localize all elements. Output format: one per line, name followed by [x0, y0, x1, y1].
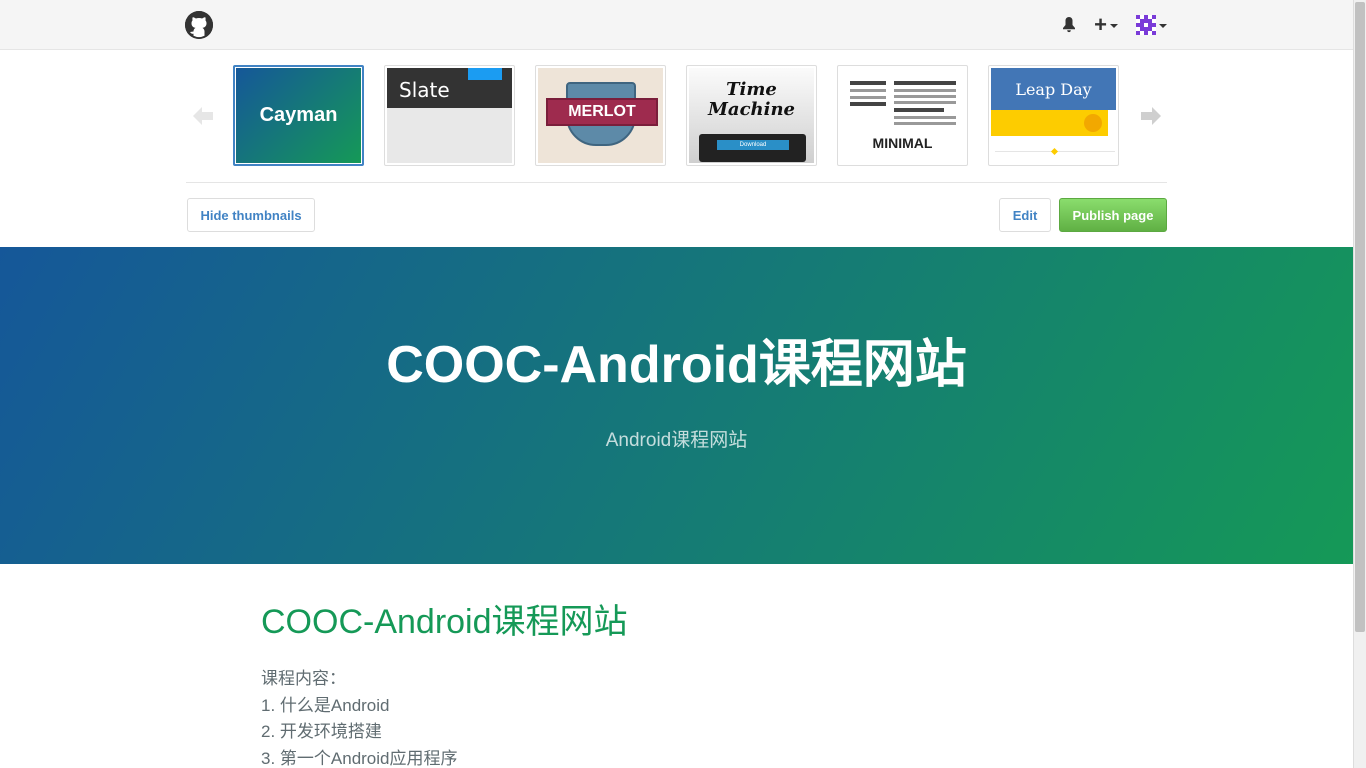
top-navbar: +: [0, 0, 1353, 50]
vertical-scrollbar[interactable]: [1353, 0, 1366, 768]
list-item: 课程内容：: [261, 669, 346, 688]
bell-icon[interactable]: [1062, 17, 1076, 33]
content-heading: COOC-Android课程网站: [261, 603, 628, 641]
theme-thumbnail-cayman[interactable]: Cayman: [233, 65, 364, 166]
project-title: COOC-Android课程网站: [386, 336, 967, 394]
scrollbar-thumb[interactable]: [1355, 2, 1365, 632]
theme-thumbnail-time-machine[interactable]: Time Machine Download: [686, 65, 817, 166]
project-tagline: Android课程网站: [605, 430, 748, 451]
create-new-dropdown[interactable]: +: [1094, 12, 1118, 37]
list-item: 2. 开发环境搭建: [261, 722, 382, 741]
page-header-hero: COOC-Android课程网站 Android课程网站: [0, 247, 1353, 564]
theme-name-line2: Machine: [707, 99, 795, 120]
course-list: 课程内容： 1. 什么是Android 2. 开发环境搭建 3. 第一个Andr…: [261, 666, 1101, 768]
theme-name: Leap Day: [1015, 80, 1092, 99]
divider: [186, 182, 1167, 183]
theme-thumbnail-merlot[interactable]: MERLOT: [535, 65, 666, 166]
avatar: [1136, 15, 1156, 35]
user-menu-dropdown[interactable]: [1136, 15, 1167, 35]
theme-name: MINIMAL: [872, 135, 933, 151]
main-content: COOC-Android课程网站 课程内容： 1. 什么是Android 2. …: [261, 600, 1101, 768]
download-label: Download: [717, 140, 789, 150]
github-octocat-icon[interactable]: [185, 11, 213, 39]
theme-name: MERLOT: [568, 103, 636, 120]
arrow-left-icon[interactable]: [193, 107, 213, 125]
theme-name-line1: Time: [726, 79, 777, 100]
theme-thumbnail-leap-day[interactable]: Leap Day: [988, 65, 1119, 166]
list-item: 1. 什么是Android: [261, 695, 390, 715]
theme-thumbnail-slate[interactable]: Slate: [384, 65, 515, 166]
edit-button[interactable]: Edit: [999, 198, 1051, 232]
theme-name: Slate: [399, 78, 450, 102]
list-item: 3. 第一个Android应用程序: [261, 748, 458, 768]
top-right-controls: +: [1062, 14, 1167, 36]
publish-page-button[interactable]: Publish page: [1059, 198, 1167, 232]
plus-icon: +: [1094, 12, 1107, 37]
theme-thumbnail-minimal[interactable]: MINIMAL: [837, 65, 968, 166]
chevron-down-icon: [1159, 24, 1167, 28]
hide-thumbnails-button[interactable]: Hide thumbnails: [187, 198, 315, 232]
arrow-right-icon[interactable]: [1141, 107, 1161, 125]
theme-name: Cayman: [259, 104, 338, 126]
chevron-down-icon: [1110, 24, 1118, 28]
